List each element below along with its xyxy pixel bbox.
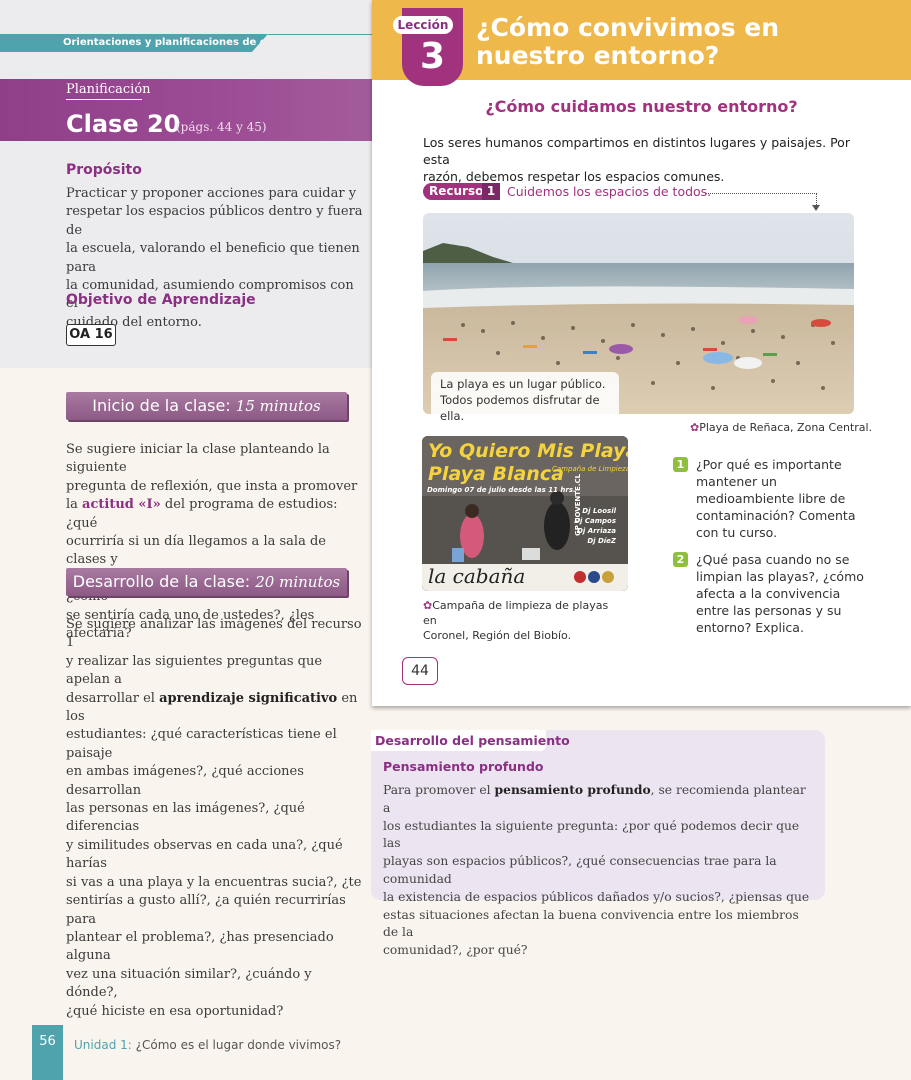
location-pin-icon: ✿ bbox=[690, 421, 700, 434]
beach-credit: ✿Playa de Reñaca, Zona Central. bbox=[690, 421, 873, 434]
inicio-section-bar: Inicio de la clase: 15 minutos bbox=[66, 392, 347, 420]
student-page-number: 44 bbox=[402, 657, 438, 685]
question-1-number: 1 bbox=[673, 457, 688, 472]
recurso-label: Recurso bbox=[429, 184, 484, 198]
development-subtitle: Pensamiento profundo bbox=[383, 759, 544, 774]
actitud-keyword: actitud «I» bbox=[82, 497, 161, 513]
desarrollo-section-bar: Desarrollo de la clase: 20 minutos bbox=[66, 568, 347, 596]
recurso-title: Cuidemos los espacios de todos. bbox=[507, 184, 712, 199]
lesson-title: ¿Cómo convivimos en nuestro entorno? bbox=[476, 13, 780, 70]
oa-badge: OA 16 bbox=[66, 324, 116, 346]
inicio-text: Se sugiere iniciar la clase planteando l… bbox=[66, 442, 358, 642]
poster-title-2: Playa Blanca bbox=[428, 463, 564, 485]
recurso-leader-line bbox=[705, 193, 817, 195]
purpose-heading: Propósito bbox=[66, 162, 142, 178]
question-2-text: ¿Qué pasa cuando no se limpian las playa… bbox=[696, 552, 864, 635]
pensamiento-keyword: pensamiento profundo bbox=[494, 782, 651, 797]
purpose-text: Practicar y proponer acciones para cuida… bbox=[66, 186, 363, 330]
planning-label: Planificación bbox=[66, 82, 151, 97]
poster-date: Domingo 07 de julio desde las 11 hrs. bbox=[427, 486, 576, 494]
footer-page-number: 56 bbox=[39, 1034, 56, 1049]
class-pages: (págs. 44 y 45) bbox=[176, 120, 267, 134]
desarrollo-duration: 20 minutos bbox=[255, 573, 341, 591]
footer-unit-label: Unidad 1: bbox=[74, 1038, 132, 1052]
arrow-down-icon bbox=[812, 205, 820, 211]
development-tab: Desarrollo del pensamiento bbox=[371, 730, 570, 751]
poster-brand: la cabaña bbox=[428, 564, 526, 588]
lesson-number: 3 bbox=[419, 36, 446, 77]
poster-campaign: Campaña de Limpieza bbox=[552, 465, 628, 473]
planning-underline bbox=[66, 99, 142, 100]
beach-caption: La playa es un lugar público. Todos pode… bbox=[431, 372, 619, 423]
inicio-duration: 15 minutos bbox=[235, 397, 321, 415]
lesson-intro: Los seres humanos compartimos en distint… bbox=[423, 135, 850, 184]
poster-djs: Dj Loosil Dj Campos Dj Arriaza Dj DíeZ bbox=[574, 507, 616, 545]
location-pin-icon: ✿ bbox=[423, 599, 433, 612]
question-2-number: 2 bbox=[673, 552, 688, 567]
lesson-label: Lección bbox=[393, 16, 453, 34]
aprendizaje-keyword: aprendizaje significativo bbox=[159, 690, 338, 706]
recurso-badge: Recurso 1 bbox=[423, 183, 500, 200]
header-divider bbox=[268, 34, 372, 35]
section-header-tab: Orientaciones y planificaciones de clase bbox=[0, 34, 268, 52]
poster-title-1: Yo Quiero Mis Playas bbox=[428, 440, 628, 462]
objective-heading: Objetivo de Aprendizaje bbox=[66, 292, 256, 308]
poster-credit: ✿Campaña de limpieza de playas en Corone… bbox=[423, 599, 609, 642]
development-tab-label: Desarrollo del pensamiento bbox=[375, 733, 570, 748]
section-header-label: Orientaciones y planificaciones de clase bbox=[63, 37, 289, 48]
footer-unit: Unidad 1: ¿Cómo es el lugar donde vivimo… bbox=[74, 1038, 341, 1052]
question-1-text: ¿Por qué es importante mantener un medio… bbox=[696, 457, 856, 540]
recurso-number: 1 bbox=[482, 183, 500, 200]
inicio-title: Inicio de la clase: bbox=[92, 396, 231, 415]
footer-unit-title: ¿Cómo es el lugar donde vivimos? bbox=[131, 1038, 342, 1052]
development-text: Para promover el pensamiento profundo, s… bbox=[383, 782, 810, 958]
poster-side-text: GP COVENTE.CL bbox=[574, 473, 582, 536]
class-title: Clase 20 bbox=[66, 110, 181, 138]
desarrollo-title: Desarrollo de la clase: bbox=[72, 572, 251, 591]
lesson-subtitle: ¿Cómo cuidamos nuestro entorno? bbox=[485, 97, 798, 116]
desarrollo-text: Se sugiere analizar las imágenes del rec… bbox=[66, 617, 362, 1019]
cleanup-poster: Yo Quiero Mis Playas Playa Blanca Campañ… bbox=[422, 436, 628, 591]
